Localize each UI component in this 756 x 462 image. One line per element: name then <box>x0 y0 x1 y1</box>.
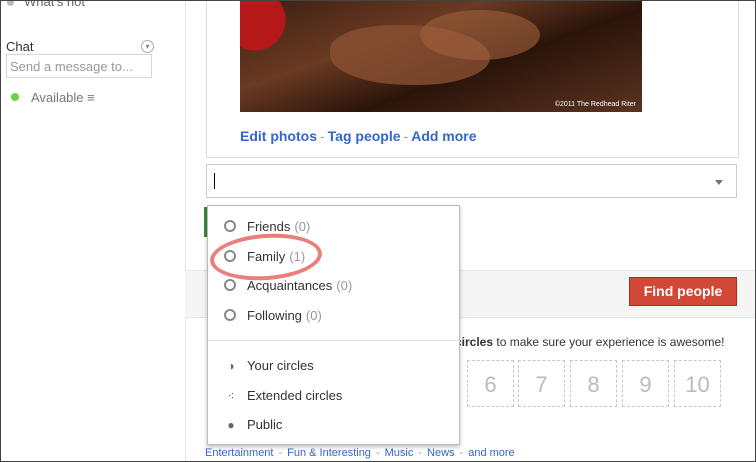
whats-hot-label: What's hot <box>24 0 86 9</box>
audience-label: Public <box>247 417 283 432</box>
number-box[interactable]: 7 <box>518 360 565 407</box>
radio-icon <box>224 220 236 232</box>
entertainment-link[interactable]: Entertainment <box>205 447 273 459</box>
circles-tip-text: to make sure your experience is awesome! <box>493 335 725 349</box>
number-box[interactable]: 8 <box>570 360 617 407</box>
and-more-link[interactable]: and more <box>468 447 514 459</box>
photo-credit: ©2011 The Redhead Riter <box>554 101 636 108</box>
menu-divider <box>208 340 459 341</box>
news-link[interactable]: News <box>427 447 455 459</box>
audience-label: Extended circles <box>247 388 343 403</box>
text-cursor <box>214 173 215 189</box>
fun-interesting-link[interactable]: Fun & Interesting <box>287 447 371 459</box>
find-people-button[interactable]: Find people <box>629 277 737 306</box>
audience-your-circles[interactable]: ◑ Your circles <box>224 358 314 378</box>
circle-option-count: (0) <box>294 219 311 234</box>
circle-option-label: Friends <box>247 219 291 234</box>
status-menu-icon: ≡ <box>87 90 95 105</box>
app-frame: What's hot Chat ▾ Send a message to... A… <box>0 0 756 462</box>
music-link[interactable]: Music <box>385 447 414 459</box>
audience-public[interactable]: ● Public <box>224 417 282 437</box>
your-circles-icon: ◑ <box>227 359 235 373</box>
extended-circles-icon: ⁖ <box>227 389 235 403</box>
share-with-input[interactable] <box>206 164 737 198</box>
circles-tip-strong: circles <box>455 335 494 349</box>
interest-links: Entertainment - Fun & Interesting - Music - Ne… <box>205 447 515 459</box>
hot-dot-icon <box>7 1 14 6</box>
circle-option-following[interactable]: Following (0) <box>224 308 322 328</box>
dropdown-arrow-icon[interactable] <box>715 180 723 185</box>
tag-people-link[interactable]: Tag people <box>328 128 401 144</box>
circle-option-label: Following <box>247 308 302 323</box>
post-composer: ©2011 The Redhead Riter Edit photos - Tag … <box>206 1 739 158</box>
number-box[interactable]: 9 <box>622 360 669 407</box>
number-box[interactable]: 10 <box>674 360 721 407</box>
whats-hot-link[interactable]: What's hot <box>7 0 86 9</box>
audience-extended-circles[interactable]: ⁖ Extended circles <box>224 388 342 408</box>
chat-title: Chat <box>6 39 34 54</box>
number-box[interactable]: 6 <box>467 360 514 407</box>
circle-option-count: (0) <box>336 278 353 293</box>
left-sidebar: What's hot Chat ▾ Send a message to... A… <box>1 1 186 461</box>
radio-icon <box>224 279 236 291</box>
circle-option-count: (0) <box>305 308 322 323</box>
attached-photo: ©2011 The Redhead Riter <box>240 1 642 112</box>
audience-label: Your circles <box>247 358 314 373</box>
edit-photos-link[interactable]: Edit photos <box>240 128 317 144</box>
photo-actions: Edit photos - Tag people - Add more <box>240 128 477 144</box>
status-selector[interactable]: Available ≡ <box>31 90 95 105</box>
status-available-icon <box>11 93 19 101</box>
circle-option-acquaintances[interactable]: Acquaintances (0) <box>224 278 352 298</box>
circles-tip: circles to make sure your experience is … <box>455 335 725 349</box>
chat-search-input[interactable]: Send a message to... <box>6 54 152 78</box>
globe-icon: ● <box>227 418 235 432</box>
add-more-link[interactable]: Add more <box>411 128 476 144</box>
chevron-down-icon[interactable]: ▾ <box>141 40 154 53</box>
radio-icon <box>224 309 236 321</box>
status-label: Available <box>31 90 84 105</box>
